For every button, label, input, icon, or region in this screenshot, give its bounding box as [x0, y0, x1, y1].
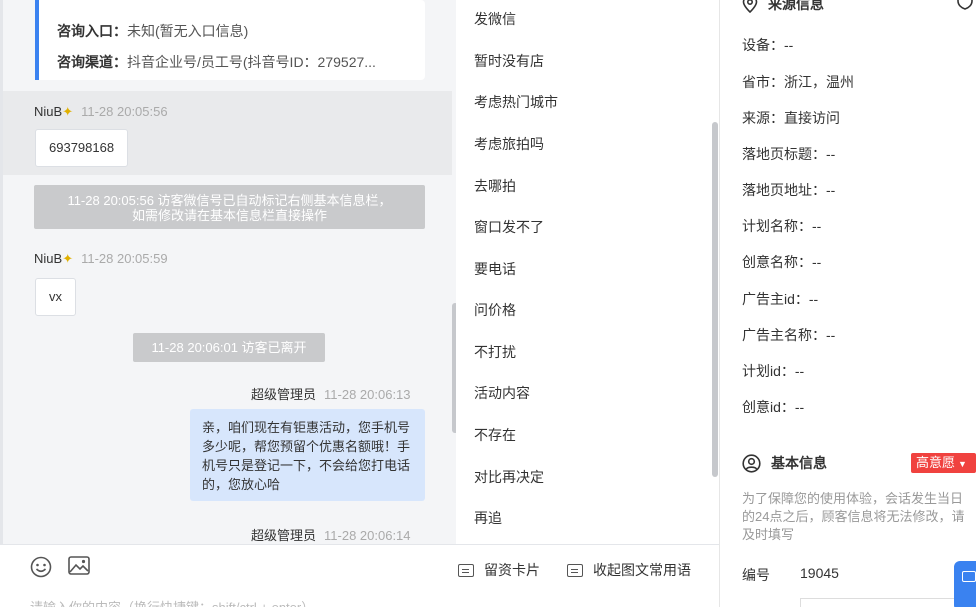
- location-pin-icon: [742, 0, 758, 13]
- source-field-page-url: 落地页地址：--: [742, 182, 836, 198]
- collapse-phrases-label: 收起图文常用语: [593, 562, 691, 578]
- message-time: 11-28 20:06:14: [324, 528, 411, 543]
- source-field-device: 设备：--: [742, 37, 794, 53]
- source-field-plan-id: 计划id：--: [742, 363, 805, 379]
- message-icon: [567, 563, 583, 577]
- sparkle-icon: ✦: [62, 251, 74, 266]
- consult-info-card: 咨询入口：未知(暂无入口信息) 咨询渠道：抖音企业号/员工号(抖音号ID：279…: [35, 0, 425, 80]
- edit-notice: 为了保障您的使用体验，会话发生当日的24点之后，顾客信息将无法修改，请及时填写: [742, 491, 965, 542]
- lead-card-label: 留资卡片: [484, 562, 540, 578]
- input-toolbar: 留资卡片 收起图文常用语 请输入你的内容（换行快捷键：shift/ctrl + …: [0, 544, 719, 607]
- chat-panel: 咨询入口：未知(暂无入口信息) 咨询渠道：抖音企业号/员工号(抖音号ID：279…: [0, 0, 456, 544]
- message-meta: NiuB✦ 11-28 20:05:59: [34, 251, 168, 267]
- basic-info-header: 基本信息: [742, 453, 827, 473]
- quick-reply-scrollbar[interactable]: [712, 122, 718, 477]
- source-field-source: 来源：直接访问: [742, 110, 840, 126]
- system-notice: 11-28 20:05:56 访客微信号已自动标记右侧基本信息栏， 如需修改请在…: [34, 185, 425, 229]
- consult-entry-value: 未知(暂无入口信息): [127, 23, 249, 39]
- lead-card-button[interactable]: 留资卡片: [458, 560, 540, 580]
- sender-name: 超级管理员: [251, 387, 317, 402]
- quick-reply-item[interactable]: 窗口发不了: [474, 217, 544, 237]
- message-meta: NiuB✦ 11-28 20:05:56: [34, 104, 168, 120]
- quick-reply-item[interactable]: 暂时没有店: [474, 51, 544, 71]
- quick-reply-item[interactable]: 考虑旅拍吗: [474, 134, 544, 154]
- quick-reply-item[interactable]: 要电话: [474, 259, 516, 279]
- visitor-message-bubble[interactable]: vx: [35, 278, 76, 316]
- visitor-message-bubble[interactable]: 693798168: [35, 129, 129, 167]
- consult-channel-value: 抖音企业号/员工号(抖音号ID：279527...: [127, 54, 376, 70]
- user-circle-icon: [742, 453, 761, 473]
- message-time: 11-28 20:06:13: [324, 387, 411, 402]
- consult-channel-key: 咨询渠道：: [57, 54, 127, 70]
- shield-icon[interactable]: [956, 0, 974, 10]
- sender-name: 超级管理员: [251, 528, 317, 543]
- agent-message-meta: 超级管理员 11-28 20:06:13: [251, 384, 411, 403]
- next-field-input[interactable]: [800, 598, 976, 607]
- quick-reply-item[interactable]: 不打扰: [474, 342, 516, 362]
- quick-reply-item[interactable]: 去哪拍: [474, 176, 516, 196]
- id-value: 19045: [800, 565, 839, 581]
- card-icon: [458, 563, 474, 577]
- chat-bubble-icon: [962, 571, 976, 582]
- source-field-plan-name: 计划名称：--: [742, 218, 822, 234]
- visitor-info-panel: 来源信息 设备：-- 省市：浙江，温州 来源：直接访问 落地页标题：-- 落地页…: [720, 0, 976, 607]
- quick-reply-item[interactable]: 不存在: [474, 425, 516, 445]
- sparkle-icon: ✦: [62, 104, 74, 119]
- quick-reply-item[interactable]: 问价格: [474, 300, 516, 320]
- agent-message-bubble[interactable]: 亲，咱们现在有钜惠活动，您手机号多少呢，帮您预留个优惠名额哦！手机号只是登记一下…: [190, 409, 425, 501]
- floating-chat-button[interactable]: [954, 561, 976, 607]
- source-info-title: 来源信息: [768, 0, 824, 12]
- system-notice-line: 11-28 20:05:56 访客微信号已自动标记右侧基本信息栏，: [67, 193, 392, 208]
- quick-reply-item[interactable]: 对比再决定: [474, 467, 544, 487]
- system-notice: 11-28 20:06:01 访客已离开: [133, 333, 325, 362]
- id-label: 编号: [742, 567, 770, 583]
- image-icon[interactable]: [68, 555, 90, 577]
- intent-badge[interactable]: 高意愿 ▼: [911, 453, 976, 473]
- caret-down-icon: ▼: [958, 459, 967, 469]
- emoji-icon[interactable]: [30, 556, 52, 578]
- collapse-phrases-button[interactable]: 收起图文常用语: [567, 560, 691, 580]
- source-field-adv-name: 广告主名称：--: [742, 327, 836, 343]
- system-notice-line: 如需修改请在基本信息栏直接操作: [131, 208, 327, 223]
- source-field-page-title: 落地页标题：--: [742, 146, 836, 162]
- source-field-creative-id: 创意id：--: [742, 399, 805, 415]
- quick-reply-item[interactable]: 考虑热门城市: [474, 92, 558, 112]
- agent-message-meta: 超级管理员 11-28 20:06:14: [251, 525, 411, 544]
- message-input[interactable]: 请输入你的内容（换行快捷键：shift/ctrl + enter）: [30, 597, 314, 607]
- quick-reply-item[interactable]: 再追: [474, 508, 502, 528]
- intent-badge-label: 高意愿: [916, 455, 956, 470]
- source-field-province: 省市：浙江，温州: [742, 74, 854, 90]
- quick-reply-list: 发微信 暂时没有店 考虑热门城市 考虑旅拍吗 去哪拍 窗口发不了 要电话 问价格…: [456, 0, 720, 544]
- basic-info-title: 基本信息: [771, 455, 827, 471]
- message-time: 11-28 20:05:59: [81, 251, 168, 266]
- consult-entry-row: 咨询入口：未知(暂无入口信息): [57, 21, 248, 41]
- source-field-adv-id: 广告主id：--: [742, 291, 819, 307]
- source-info-header: 来源信息: [742, 0, 824, 14]
- sender-name: NiuB: [34, 104, 63, 119]
- consult-entry-key: 咨询入口：: [57, 23, 127, 39]
- sender-name: NiuB: [34, 251, 63, 266]
- source-field-creative: 创意名称：--: [742, 254, 822, 270]
- message-time: 11-28 20:05:56: [81, 104, 168, 119]
- consult-channel-row: 咨询渠道：抖音企业号/员工号(抖音号ID：279527...: [57, 52, 376, 72]
- quick-reply-item[interactable]: 发微信: [474, 9, 516, 29]
- quick-reply-item[interactable]: 活动内容: [474, 383, 530, 403]
